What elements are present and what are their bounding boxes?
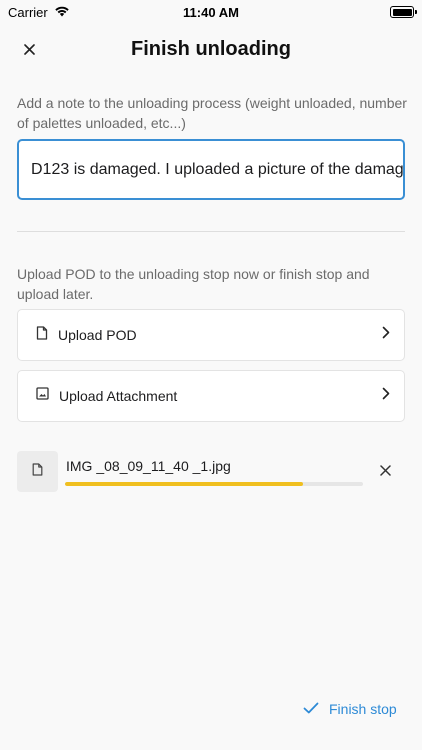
upload-pod-button[interactable]: Upload POD — [17, 309, 405, 361]
document-icon — [32, 462, 43, 481]
file-thumbnail — [17, 451, 58, 492]
page-title: Finish unloading — [131, 38, 291, 60]
document-icon — [36, 325, 48, 345]
finish-stop-button[interactable]: Finish stop — [303, 697, 397, 721]
pod-label: Upload POD to the unloading stop now or … — [17, 266, 370, 302]
upload-pod-label: Upload POD — [58, 327, 137, 343]
checkmark-icon — [303, 701, 319, 717]
chevron-right-icon — [382, 387, 390, 405]
close-icon — [379, 463, 391, 481]
upload-attachment-label: Upload Attachment — [59, 388, 178, 404]
upload-attachment-button[interactable]: Upload Attachment — [17, 370, 405, 422]
note-input-value: D123 is damaged. I uploaded a picture of… — [31, 160, 405, 178]
upload-progress-fill — [65, 482, 304, 486]
upload-progress-bar — [65, 482, 363, 486]
chevron-right-icon — [382, 326, 390, 344]
nav-bar: Finish unloading — [0, 32, 422, 70]
divider — [17, 231, 405, 232]
finish-stop-label: Finish stop — [329, 701, 397, 717]
file-name: IMG _08_09_11_40 _1.jpg — [66, 458, 231, 474]
remove-file-button[interactable] — [375, 462, 395, 482]
note-label: Add a note to the unloading process (wei… — [17, 95, 407, 131]
status-bar: Carrier 11:40 AM — [0, 0, 422, 24]
uploading-file-item: IMG _08_09_11_40 _1.jpg — [17, 451, 405, 493]
note-input[interactable]: D123 is damaged. I uploaded a picture of… — [17, 139, 405, 200]
image-icon — [36, 387, 49, 405]
battery-icon — [390, 6, 417, 18]
status-time: 11:40 AM — [183, 4, 239, 20]
